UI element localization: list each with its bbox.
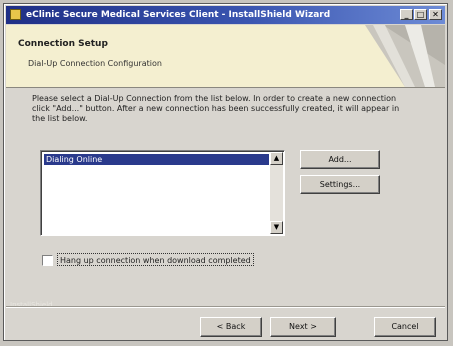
footer-divider [6,306,445,308]
list-scrollbar[interactable]: ▲ ▼ [270,152,283,234]
add-button[interactable]: Add... [300,150,380,169]
scroll-down-icon[interactable]: ▼ [270,221,283,234]
page-subtitle: Dial-Up Connection Configuration [28,59,162,68]
title-bar[interactable]: eClinic Secure Medical Services Client -… [6,6,445,24]
back-button[interactable]: < Back [200,317,262,337]
hangup-checkbox-label[interactable]: Hang up connection when download complet… [57,253,254,266]
wizard-header: Connection Setup Dial-Up Connection Conf… [6,25,445,88]
app-icon [10,9,21,20]
scroll-up-icon[interactable]: ▲ [270,152,283,165]
header-graphic [365,25,445,87]
list-item[interactable]: Dialing Online [44,154,269,165]
installer-window: eClinic Secure Medical Services Client -… [3,3,448,341]
minimize-button[interactable]: _ [400,9,413,20]
hangup-checkbox[interactable] [42,255,53,266]
page-title: Connection Setup [18,39,108,49]
close-button[interactable]: ✕ [429,9,442,20]
window-title: eClinic Secure Medical Services Client -… [26,10,331,20]
instructions-text: Please select a Dial-Up Connection from … [32,94,400,123]
cancel-button[interactable]: Cancel [374,317,436,337]
settings-button[interactable]: Settings... [300,175,380,194]
maximize-button[interactable]: □ [414,9,427,20]
connection-list[interactable]: Dialing Online ▲ ▼ [40,150,285,236]
next-button[interactable]: Next > [270,317,336,337]
